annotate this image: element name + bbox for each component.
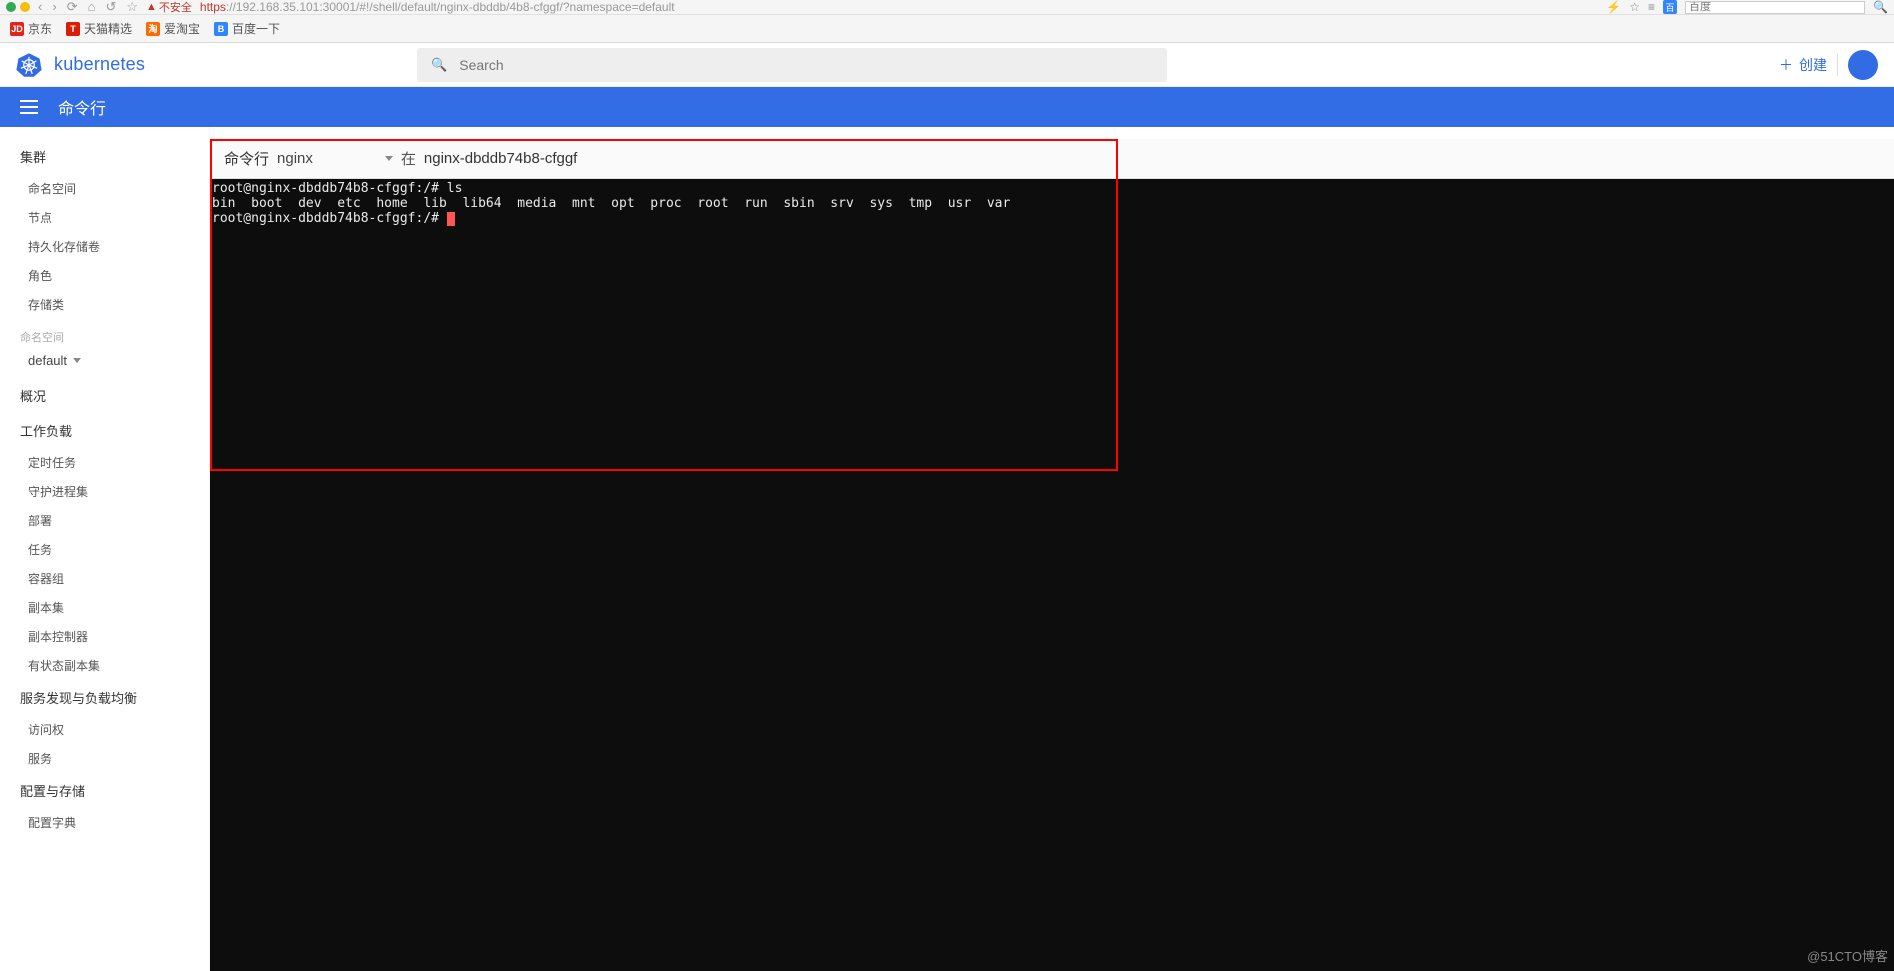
sidebar-item-workload-3[interactable]: 任务	[0, 535, 209, 564]
main-layout: 集群命名空间节点持久化存储卷角色存储类命名空间default 概况工作负载定时任…	[0, 127, 1894, 971]
undo-icon[interactable]: ↺	[105, 0, 116, 15]
terminal-line: root@nginx-dbddb74b8-cfggf:/#	[212, 211, 1892, 226]
bookmark-item[interactable]: 淘爱淘宝	[146, 20, 200, 37]
search-box[interactable]: 🔍	[417, 48, 1167, 82]
sidebar-item-svc-1[interactable]: 服务	[0, 744, 209, 773]
forward-icon[interactable]: ›	[52, 0, 56, 15]
dot-yellow	[20, 2, 30, 12]
cursor-icon	[447, 212, 455, 226]
sidebar-item-workload-4[interactable]: 容器组	[0, 564, 209, 593]
chevron-down-icon	[385, 156, 393, 161]
bolt-icon[interactable]: ⚡	[1606, 0, 1621, 14]
content-area: 命令行 nginx 在 nginx-dbddb74b8-cfggf root@n…	[210, 127, 1894, 971]
sidebar-item-workload-7[interactable]: 有状态副本集	[0, 651, 209, 680]
address-bar[interactable]: https://192.168.35.101:30001/#!/shell/de…	[200, 0, 675, 14]
create-button[interactable]: ＋ 创建	[1779, 55, 1827, 75]
search-input[interactable]	[459, 57, 1153, 73]
chevron-down-icon	[73, 358, 81, 363]
sidebar-item-workload-6[interactable]: 副本控制器	[0, 622, 209, 651]
insecure-label: 不安全	[159, 0, 192, 15]
sidebar-item-cluster-3[interactable]: 角色	[0, 261, 209, 290]
sidebar-item-cluster-4[interactable]: 存储类	[0, 290, 209, 319]
bookmark-label: 百度一下	[232, 20, 280, 37]
pod-name: nginx-dbddb74b8-cfggf	[424, 150, 577, 167]
container-name: nginx	[277, 150, 313, 167]
terminal-line: root@nginx-dbddb74b8-cfggf:/# ls	[212, 181, 1892, 196]
watermark: @51CTO博客	[1807, 946, 1888, 965]
divider	[1837, 54, 1838, 76]
browser-chrome-bar: ‹ › ⟳ ⌂ ↺ ☆ ▲ 不安全 https://192.168.35.101…	[0, 0, 1894, 15]
bookmark-icon: B	[214, 22, 228, 36]
sidebar-item-workload-0[interactable]: 定时任务	[0, 448, 209, 477]
bookmarks-bar: JD 京东 T 天猫精选淘爱淘宝 B 百度一下	[0, 15, 1894, 43]
baidu-search-input[interactable]	[1685, 1, 1865, 14]
sidebar: 集群命名空间节点持久化存储卷角色存储类命名空间default 概况工作负载定时任…	[0, 127, 210, 971]
terminal-wrapper: 命令行 nginx 在 nginx-dbddb74b8-cfggf root@n…	[210, 139, 1894, 971]
search-go-icon[interactable]: 🔍	[1873, 0, 1888, 14]
menu-icon-small[interactable]: ≡	[1648, 0, 1655, 14]
shell-label: 命令行	[224, 148, 269, 169]
sidebar-section-cluster[interactable]: 集群	[0, 139, 209, 174]
secondary-bar: 命令行	[0, 87, 1894, 127]
sidebar-section-config[interactable]: 配置与存储	[0, 773, 209, 808]
bookmark-item[interactable]: B 百度一下	[214, 20, 280, 37]
bookmark-icon: 淘	[146, 22, 160, 36]
window-dots	[6, 2, 30, 12]
app-title: kubernetes	[54, 54, 145, 75]
url-path: :30001/#!/shell/default/nginx-dbddb/4b8-…	[319, 0, 674, 14]
create-label: 创建	[1799, 55, 1827, 75]
page-title: 命令行	[58, 95, 106, 119]
sidebar-section-overview[interactable]: 概况	[0, 378, 209, 413]
reload-icon[interactable]: ⟳	[67, 0, 78, 15]
browser-nav-icons: ‹ › ⟳ ⌂ ↺ ☆	[38, 0, 138, 15]
namespace-value: default	[28, 353, 67, 368]
sidebar-item-cluster-1[interactable]: 节点	[0, 203, 209, 232]
sidebar-item-cluster-0[interactable]: 命名空间	[0, 174, 209, 203]
dot-green	[6, 2, 16, 12]
baidu-logo-icon: 百	[1663, 0, 1677, 14]
url-proto: https	[200, 0, 226, 14]
sidebar-item-workload-2[interactable]: 部署	[0, 506, 209, 535]
hamburger-icon[interactable]	[20, 100, 38, 114]
star2-icon[interactable]: ☆	[1629, 0, 1640, 14]
app-header: kubernetes 🔍 ＋ 创建	[0, 43, 1894, 87]
header-actions: ＋ 创建	[1779, 50, 1878, 80]
shell-header: 命令行 nginx 在 nginx-dbddb74b8-cfggf	[210, 139, 1894, 179]
bookmark-label: 爱淘宝	[164, 20, 200, 37]
container-dropdown[interactable]: nginx	[277, 150, 393, 167]
browser-right-controls: ⚡ ☆ ≡ 百 🔍	[1606, 0, 1888, 14]
sidebar-item-svc-0[interactable]: 访问权	[0, 715, 209, 744]
bookmark-label: 天猫精选	[84, 20, 132, 37]
bookmark-icon: JD	[10, 22, 24, 36]
sidebar-section-workloads[interactable]: 工作负载	[0, 413, 209, 448]
bookmark-icon: T	[66, 22, 80, 36]
sidebar-item-config-0[interactable]: 配置字典	[0, 808, 209, 837]
terminal-line: bin boot dev etc home lib lib64 media mn…	[212, 196, 1892, 211]
bookmark-item[interactable]: T 天猫精选	[66, 20, 132, 37]
sidebar-section-svc[interactable]: 服务发现与负载均衡	[0, 680, 209, 715]
search-icon: 🔍	[431, 57, 447, 73]
back-icon[interactable]: ‹	[38, 0, 42, 15]
star-icon[interactable]: ☆	[126, 0, 138, 15]
terminal[interactable]: root@nginx-dbddb74b8-cfggf:/# lsbin boot…	[210, 179, 1894, 228]
insecure-warning: ▲ 不安全	[146, 0, 192, 15]
warning-icon: ▲	[146, 1, 157, 13]
sidebar-item-cluster-2[interactable]: 持久化存储卷	[0, 232, 209, 261]
bookmark-item[interactable]: JD 京东	[10, 20, 52, 37]
bookmark-label: 京东	[28, 20, 52, 37]
sidebar-item-workload-1[interactable]: 守护进程集	[0, 477, 209, 506]
user-avatar-icon[interactable]	[1848, 50, 1878, 80]
url-host: ://192.168.35.101	[226, 0, 319, 14]
in-label: 在	[401, 148, 416, 169]
sidebar-item-workload-5[interactable]: 副本集	[0, 593, 209, 622]
sidebar-subhead: 命名空间	[0, 319, 209, 349]
namespace-select[interactable]: default	[28, 353, 189, 368]
home-icon[interactable]: ⌂	[88, 0, 96, 15]
plus-icon: ＋	[1779, 55, 1793, 75]
kubernetes-logo-icon	[16, 52, 42, 78]
